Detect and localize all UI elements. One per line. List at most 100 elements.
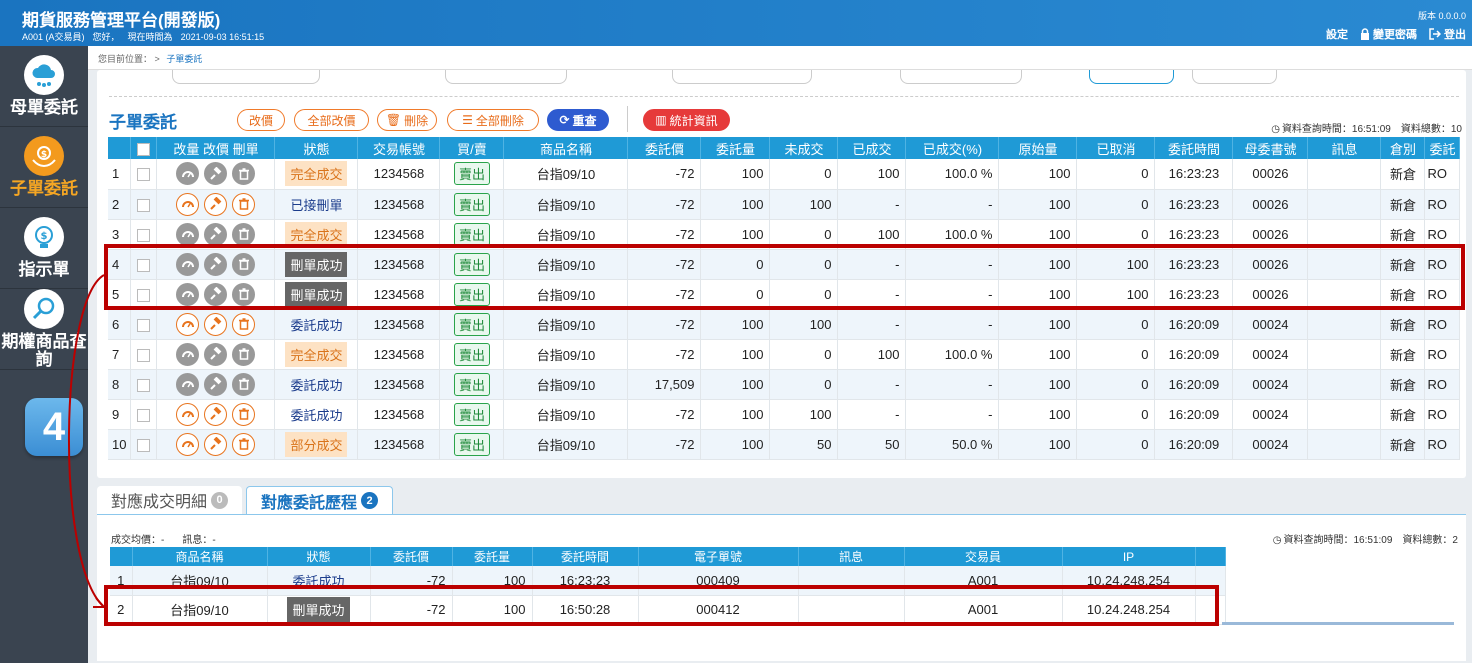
sidebar-item-parent-order[interactable]: 母單委託 xyxy=(0,46,88,127)
modify-qty-icon[interactable] xyxy=(176,312,200,336)
modify-price-button[interactable]: 改價 xyxy=(237,109,285,131)
table-cell: 賣出 xyxy=(439,249,505,280)
stats-button[interactable]: ▥ 統計資訊 xyxy=(643,109,730,131)
settings-link[interactable]: 設定 xyxy=(1326,26,1348,42)
modify-price-icon[interactable] xyxy=(204,342,228,366)
table-cell: 1234568 xyxy=(357,429,441,460)
table-row[interactable]: 10 部分成交 1234568 賣出 台指09/10 -72 100 50 50 50.0 % 10… xyxy=(108,429,1461,460)
table-row[interactable]: 3 完全成交 1234568 賣出 台指09/10 -72 100 0 100 100.0 % 10… xyxy=(108,219,1461,250)
row-checkbox[interactable] xyxy=(137,318,151,332)
column-header: 委託價 xyxy=(370,547,453,566)
column-header: 委託量 xyxy=(452,547,533,566)
breadcrumb-current[interactable]: 子單委託 xyxy=(166,54,202,64)
modify-price-icon[interactable] xyxy=(204,282,228,306)
modify-qty-icon[interactable] xyxy=(176,372,200,396)
modify-price-icon[interactable] xyxy=(204,372,228,396)
filter-field[interactable] xyxy=(900,70,1022,84)
modify-price-icon[interactable] xyxy=(204,252,228,276)
delete-button[interactable]: 🗑 刪除 xyxy=(377,109,437,131)
table-cell: 100 xyxy=(700,309,771,340)
table-cell: 100 xyxy=(998,189,1078,220)
row-actions xyxy=(157,402,274,426)
delete-order-icon[interactable] xyxy=(232,402,256,426)
select-all-checkbox[interactable] xyxy=(137,142,151,156)
table-row[interactable]: 6 委託成功 1234568 賣出 台指09/10 -72 100 100- -100 0 16:2… xyxy=(108,309,1461,340)
table-row[interactable]: 8 委託成功 1234568 賣出 台指09/10 17,509 100 0- -100 0 16:… xyxy=(108,369,1461,400)
table-cell xyxy=(156,369,276,400)
table-row[interactable]: 1 台指09/10 委託成功 -72 100 16:23:23 000409 A001 10.2… xyxy=(110,566,1226,596)
row-checkbox[interactable] xyxy=(137,378,151,392)
table-cell: 委託成功 xyxy=(274,399,359,430)
modify-qty-icon[interactable] xyxy=(176,192,200,216)
detail-scrollbar[interactable] xyxy=(1222,622,1454,625)
status-badge: 刪單成功 xyxy=(285,251,348,277)
row-checkbox[interactable] xyxy=(137,288,151,302)
delete-order-icon[interactable] xyxy=(232,432,256,456)
row-checkbox[interactable] xyxy=(137,168,151,182)
row-checkbox[interactable] xyxy=(137,258,151,272)
filter-button[interactable] xyxy=(1089,70,1174,84)
modify-price-icon[interactable] xyxy=(204,222,228,246)
sidebar-item-instruction[interactable]: $ 指示單 xyxy=(0,208,88,289)
delete-order-icon[interactable] xyxy=(232,222,256,246)
change-password-link[interactable]: 變更密碼 xyxy=(1360,26,1417,42)
column-header: 已成交(%) xyxy=(905,137,1000,159)
row-checkbox[interactable] xyxy=(137,438,151,452)
modify-all-button[interactable]: 全部改價 xyxy=(294,109,369,131)
modify-qty-icon[interactable] xyxy=(176,222,200,246)
sidebar-item-child-order[interactable]: $ 子單委託 xyxy=(0,127,88,208)
delete-all-button[interactable]: ☰ 全部刪除 xyxy=(447,109,539,131)
sidebar-item-option-query[interactable]: 期權商品查詢 xyxy=(0,289,88,370)
table-row[interactable]: 7 完全成交 1234568 賣出 台指09/10 -72 100 0 100 100.0 % 10… xyxy=(108,339,1461,370)
table-cell: 5 xyxy=(108,279,132,310)
modify-price-icon[interactable] xyxy=(204,192,228,216)
modify-price-icon[interactable] xyxy=(204,162,228,186)
table-cell: -72 xyxy=(627,159,702,190)
filter-button[interactable] xyxy=(1192,70,1277,84)
logout-link[interactable]: 登出 xyxy=(1429,26,1466,42)
modify-qty-icon[interactable] xyxy=(176,252,200,276)
filter-field[interactable] xyxy=(445,70,567,84)
table-cell: - xyxy=(837,279,907,310)
money-hands-icon: $ xyxy=(24,136,64,176)
modify-qty-icon[interactable] xyxy=(176,342,200,366)
delete-order-icon[interactable] xyxy=(232,162,256,186)
delete-order-icon[interactable] xyxy=(232,372,256,396)
tab-trade-detail[interactable]: 對應成交明細 0 xyxy=(97,486,243,514)
table-row[interactable]: 4 刪單成功 1234568 賣出 台指09/10 -72 0 0- -100 100 16:23:… xyxy=(108,249,1461,280)
delete-order-icon[interactable] xyxy=(232,282,256,306)
row-checkbox[interactable] xyxy=(137,348,151,362)
table-cell: -72 xyxy=(627,249,702,280)
modify-qty-icon[interactable] xyxy=(176,282,200,306)
delete-order-icon[interactable] xyxy=(232,252,256,276)
table-cell: 0 xyxy=(769,339,839,370)
row-actions xyxy=(157,372,274,396)
modify-price-icon[interactable] xyxy=(204,402,228,426)
delete-order-icon[interactable] xyxy=(232,192,256,216)
table-cell: 0 xyxy=(769,159,839,190)
table-row[interactable]: 2 台指09/10 刪單成功 -72 100 16:50:28 000412 A001 10.2… xyxy=(110,595,1226,625)
table-row[interactable]: 2 已接刪單 1234568 賣出 台指09/10 -72 100 100- -100 0 16:2… xyxy=(108,189,1461,220)
modify-qty-icon[interactable] xyxy=(176,432,200,456)
modify-qty-icon[interactable] xyxy=(176,162,200,186)
table-cell: 16:23:23 xyxy=(1154,249,1234,280)
modify-price-icon[interactable] xyxy=(204,432,228,456)
modify-qty-icon[interactable] xyxy=(176,402,200,426)
row-checkbox[interactable] xyxy=(137,228,151,242)
filter-field[interactable] xyxy=(672,70,812,84)
reset-button[interactable]: ⟳ 重查 xyxy=(547,109,609,131)
column-header xyxy=(110,547,133,566)
delete-order-icon[interactable] xyxy=(232,342,256,366)
modify-price-icon[interactable] xyxy=(204,312,228,336)
table-cell: 0 xyxy=(700,249,771,280)
table-row[interactable]: 1 完全成交 1234568 賣出 台指09/10 -72 100 0 100 100.0 % 10… xyxy=(108,159,1461,190)
detail-query-info: ◷ 資料查詢時間：16:51:09 資料總數：2 xyxy=(1263,531,1458,546)
tab-order-history[interactable]: 對應委託歷程 2 xyxy=(246,486,394,514)
row-checkbox[interactable] xyxy=(137,198,151,212)
table-row[interactable]: 5 刪單成功 1234568 賣出 台指09/10 -72 0 0- -100 100 16:23:… xyxy=(108,279,1461,310)
filter-field[interactable] xyxy=(172,70,320,84)
column-header: 商品名稱 xyxy=(503,137,629,159)
table-row[interactable]: 9 委託成功 1234568 賣出 台指09/10 -72 100 100- -100 0 16:2… xyxy=(108,399,1461,430)
delete-order-icon[interactable] xyxy=(232,312,256,336)
row-checkbox[interactable] xyxy=(137,408,151,422)
